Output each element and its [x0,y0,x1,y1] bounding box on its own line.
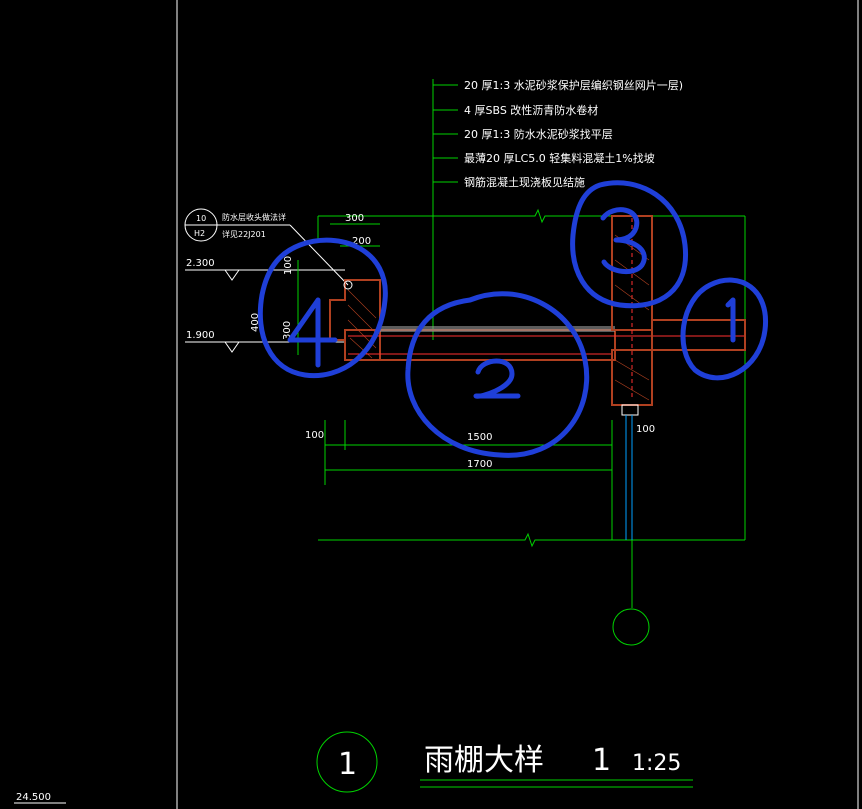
marker-glyph-4 [287,297,338,368]
window-frame [621,404,639,416]
marker-circle-4 [257,237,388,379]
dim-bottom-100-right: 100 [636,424,655,435]
canopy-edge-hatch [347,289,377,359]
dim-left-100: 100 [283,256,294,275]
grid-axis [612,540,650,646]
detail-ref-number: 10 [196,214,206,223]
title-scale: 1:25 [632,751,681,776]
note-line-2: 4 厚SBS 改性沥青防水卷材 [464,103,598,117]
detail-ref-sheet: H2 [194,229,205,238]
dim-bottom-1500: 1500 [467,432,492,443]
marker-circle-1 [680,277,769,381]
canopy-edge-curb [329,279,381,361]
dim-top-300: 300 [345,213,364,224]
extent-lines [317,208,746,548]
drawing-title: 1 雨棚大样 1 1:25 [316,731,693,793]
note-line-1: 20 厚1:3 水泥砂浆保护层编织钢丝网片一层) [464,78,683,92]
marker-glyph-3 [600,207,647,275]
title-scale-index: 1 [592,743,611,778]
marker-circle-2 [405,291,590,458]
marker-glyph-2 [473,358,521,399]
construction-notes: 20 厚1:3 水泥砂浆保护层编织钢丝网片一层) 4 厚SBS 改性沥青防水卷材… [464,78,683,189]
elevation-2300: 2.300 [186,258,215,269]
detail-ref-line1: 防水层收头做法详 [222,212,286,222]
note-line-3: 20 厚1:3 防水水泥砂浆找平层 [464,127,613,141]
cad-drawing-canvas: 20 厚1:3 水泥砂浆保护层编织钢丝网片一层) 4 厚SBS 改性沥青防水卷材… [14,0,859,809]
title-name: 雨棚大样 [424,743,544,778]
title-index: 1 [338,747,357,782]
note-line-5: 钢筋混凝土现浇板见结施 [464,175,585,189]
dim-bottom-1700: 1700 [467,459,492,470]
elevation-1900: 1.900 [186,330,215,341]
slab-finish-layer [380,326,615,332]
detail-ref-line2: 详见22J201 [222,229,266,239]
dim-bottom-100-left: 100 [305,430,324,441]
elevation-24500: 24.500 [16,792,51,803]
note-line-4: 最薄20 厚LC5.0 轻集料混凝土1%找坡 [464,151,655,165]
